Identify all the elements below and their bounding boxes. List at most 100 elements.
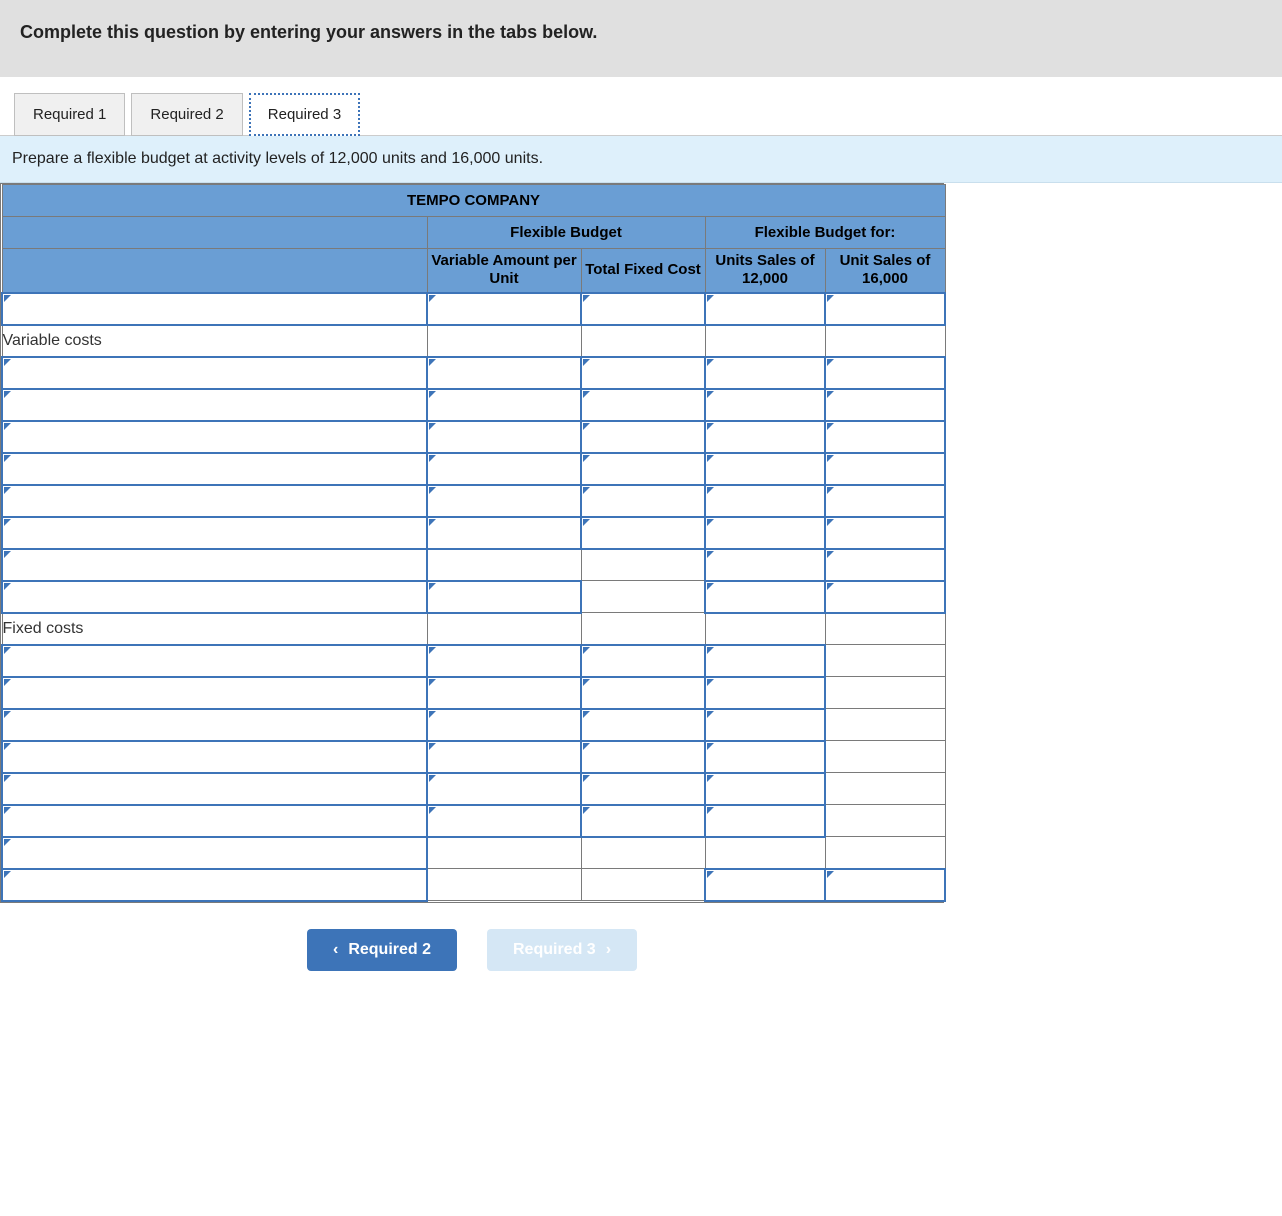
u16-input[interactable] [825, 421, 945, 453]
u16-input[interactable] [825, 293, 945, 325]
var-amount-input[interactable] [427, 805, 581, 837]
label-input[interactable] [2, 549, 427, 581]
u12-input[interactable] [705, 677, 825, 709]
u12-input[interactable] [705, 709, 825, 741]
var-amount-input[interactable] [427, 389, 581, 421]
blank-cell [581, 549, 705, 581]
blank-cell [825, 773, 945, 805]
fixed-cost-input[interactable] [581, 741, 705, 773]
tab-required-1[interactable]: Required 1 [14, 93, 125, 136]
variable-costs-label: Variable costs [2, 325, 427, 357]
u16-input[interactable] [825, 453, 945, 485]
next-button[interactable]: Required 3 › [487, 929, 637, 971]
label-input[interactable] [2, 517, 427, 549]
var-amount-input[interactable] [427, 517, 581, 549]
tab-required-2[interactable]: Required 2 [131, 93, 242, 136]
fixed-cost-input[interactable] [581, 389, 705, 421]
fixed-cost-input[interactable] [581, 805, 705, 837]
u16-input[interactable] [825, 485, 945, 517]
fixed-cost-input[interactable] [581, 485, 705, 517]
u12-input[interactable] [705, 549, 825, 581]
budget-sheet: TEMPO COMPANY Flexible Budget Flexible B… [0, 183, 944, 903]
u12-input[interactable] [705, 869, 825, 901]
u12-input[interactable] [705, 805, 825, 837]
u12-input[interactable] [705, 389, 825, 421]
var-amount-input[interactable] [427, 741, 581, 773]
label-input[interactable] [2, 485, 427, 517]
flex-budget-for-header: Flexible Budget for: [705, 217, 945, 249]
u16-input[interactable] [825, 869, 945, 901]
u16-input[interactable] [825, 357, 945, 389]
blank-cell [825, 805, 945, 837]
label-input[interactable] [2, 709, 427, 741]
u12-input[interactable] [705, 517, 825, 549]
label-input[interactable] [2, 389, 427, 421]
u12-input[interactable] [705, 773, 825, 805]
fixed-cost-input[interactable] [581, 677, 705, 709]
var-amount-input[interactable] [427, 293, 581, 325]
blank-cell [581, 869, 705, 901]
blank-cell [705, 325, 825, 357]
u16-input[interactable] [825, 517, 945, 549]
label-input[interactable] [2, 869, 427, 901]
fixed-cost-input[interactable] [581, 293, 705, 325]
blank-header [2, 217, 427, 249]
label-input[interactable] [2, 805, 427, 837]
fixed-cost-input[interactable] [581, 357, 705, 389]
u16-input[interactable] [825, 389, 945, 421]
prev-button[interactable]: ‹ Required 2 [307, 929, 457, 971]
nav-row: ‹ Required 2 Required 3 › [0, 903, 944, 1005]
fixed-cost-input[interactable] [581, 645, 705, 677]
u12-input[interactable] [705, 357, 825, 389]
label-input[interactable] [2, 293, 427, 325]
prev-label: Required 2 [348, 941, 431, 959]
u12-input[interactable] [705, 293, 825, 325]
label-input[interactable] [2, 677, 427, 709]
instruction-bar: Complete this question by entering your … [0, 0, 1282, 78]
var-amount-input[interactable] [427, 485, 581, 517]
label-input[interactable] [2, 453, 427, 485]
label-input[interactable] [2, 645, 427, 677]
u12-input[interactable] [705, 581, 825, 613]
blank-cell [427, 325, 581, 357]
u12-input[interactable] [705, 645, 825, 677]
fixed-cost-input[interactable] [581, 773, 705, 805]
label-input[interactable] [2, 581, 427, 613]
u12-input[interactable] [705, 485, 825, 517]
u16-input[interactable] [825, 549, 945, 581]
var-amount-input[interactable] [427, 581, 581, 613]
blank-header-2 [2, 249, 427, 293]
label-input[interactable] [2, 357, 427, 389]
blank-cell [581, 613, 705, 645]
blank-cell [825, 645, 945, 677]
var-amount-input[interactable] [427, 645, 581, 677]
fixed-cost-input[interactable] [581, 709, 705, 741]
fixed-cost-input[interactable] [581, 517, 705, 549]
fixed-cost-input[interactable] [581, 421, 705, 453]
blank-cell [705, 613, 825, 645]
u16-input[interactable] [825, 581, 945, 613]
tab-required-3[interactable]: Required 3 [249, 93, 360, 136]
u12-input[interactable] [705, 453, 825, 485]
blank-cell [825, 709, 945, 741]
var-amount-input[interactable] [427, 773, 581, 805]
label-input[interactable] [2, 421, 427, 453]
var-amount-input[interactable] [427, 677, 581, 709]
fixed-cost-input[interactable] [581, 453, 705, 485]
u12-input[interactable] [705, 421, 825, 453]
var-amount-input[interactable] [427, 421, 581, 453]
col-total-fixed: Total Fixed Cost [581, 249, 705, 293]
u12-input[interactable] [705, 741, 825, 773]
blank-cell [825, 837, 945, 869]
label-input[interactable] [2, 741, 427, 773]
col-units-16000: Unit Sales of 16,000 [825, 249, 945, 293]
blank-cell [581, 325, 705, 357]
fixed-costs-label: Fixed costs [2, 613, 427, 645]
var-amount-input[interactable] [427, 453, 581, 485]
label-input[interactable] [2, 773, 427, 805]
label-input[interactable] [2, 837, 427, 869]
var-amount-input[interactable] [427, 357, 581, 389]
col-units-12000: Units Sales of 12,000 [705, 249, 825, 293]
var-amount-input[interactable] [427, 709, 581, 741]
flex-budget-header: Flexible Budget [427, 217, 705, 249]
